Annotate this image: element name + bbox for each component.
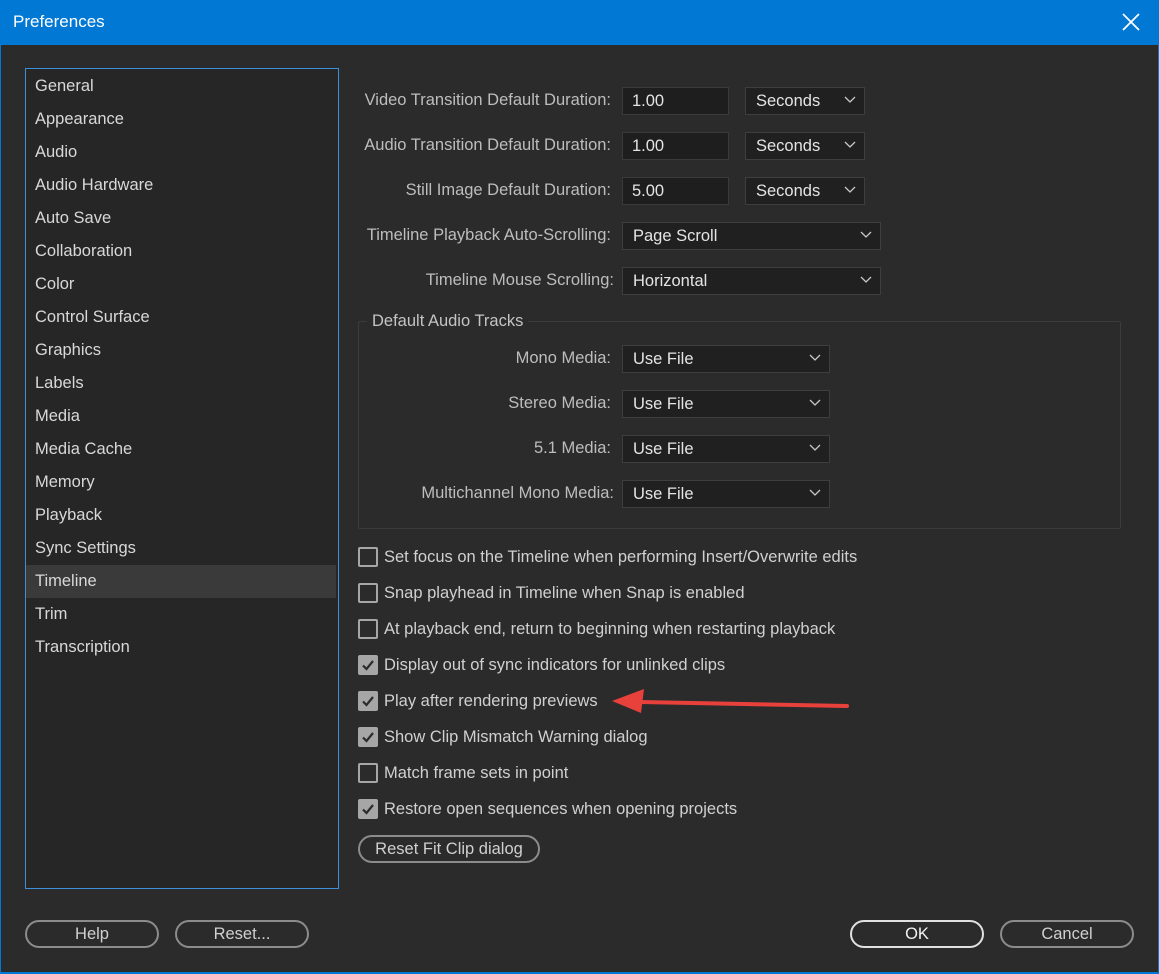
chevron-down-icon: [809, 399, 821, 406]
checkbox-unchecked[interactable]: [358, 763, 378, 783]
audio-transition-unit-value: Seconds: [756, 137, 821, 155]
checkbox-checked[interactable]: [358, 799, 378, 819]
window-title: Preferences: [13, 12, 105, 31]
chevron-down-icon: [844, 186, 856, 193]
checkmark-icon: [362, 732, 374, 743]
checkbox-unchecked[interactable]: [358, 583, 378, 603]
stereo-media-select[interactable]: Use File: [622, 390, 830, 418]
checkbox-label: Match frame sets in point: [384, 764, 569, 782]
chevron-down-icon: [860, 276, 872, 283]
checkmark-icon: [362, 696, 374, 707]
playback-auto-scrolling-label: Timeline Playback Auto-Scrolling:: [366, 226, 611, 244]
checkbox-checked[interactable]: [358, 727, 378, 747]
category-list[interactable]: General Appearance Audio Audio Hardware …: [25, 68, 339, 889]
checkbox-checked[interactable]: [358, 691, 378, 711]
chevron-down-icon: [844, 96, 856, 103]
mono-media-value: Use File: [633, 350, 694, 368]
sidebar-item-trim[interactable]: Trim: [26, 598, 336, 631]
stereo-media-label: Stereo Media:: [508, 394, 611, 412]
checkbox-label: Set focus on the Timeline when performin…: [384, 548, 858, 566]
checkbox-label: Show Clip Mismatch Warning dialog: [384, 728, 648, 746]
video-transition-unit-select[interactable]: Seconds: [745, 87, 865, 115]
sidebar-item-sync-settings[interactable]: Sync Settings: [26, 532, 336, 565]
close-icon[interactable]: [1119, 9, 1143, 35]
video-transition-unit-value: Seconds: [756, 92, 821, 110]
sidebar-item-audio[interactable]: Audio: [26, 136, 336, 169]
checkbox-label: Snap playhead in Timeline when Snap is e…: [384, 584, 745, 602]
annotation-arrow-icon: [612, 689, 849, 713]
still-image-unit-value: Seconds: [756, 182, 821, 200]
still-image-duration-field[interactable]: 5.00: [622, 177, 729, 205]
playback-auto-scrolling-select[interactable]: Page Scroll: [622, 222, 881, 250]
checkbox-label: Display out of sync indicators for unlin…: [384, 656, 726, 674]
sidebar-item-timeline[interactable]: Timeline: [26, 565, 336, 598]
playback-auto-scrolling-value: Page Scroll: [633, 227, 718, 245]
audio-transition-label: Audio Transition Default Duration:: [364, 136, 611, 154]
audio-transition-unit-select[interactable]: Seconds: [745, 132, 865, 160]
sidebar-item-labels[interactable]: Labels: [26, 367, 336, 400]
checkbox-checked[interactable]: [358, 655, 378, 675]
help-button[interactable]: Help: [25, 920, 159, 948]
mono-media-select[interactable]: Use File: [622, 345, 830, 373]
video-transition-duration-field[interactable]: 1.00: [622, 87, 729, 115]
still-image-unit-select[interactable]: Seconds: [745, 177, 865, 205]
checkmark-icon: [362, 804, 374, 815]
sidebar-item-collaboration[interactable]: Collaboration: [26, 235, 336, 268]
sidebar-item-media[interactable]: Media: [26, 400, 336, 433]
checkbox-label: Restore open sequences when opening proj…: [384, 800, 738, 818]
sidebar-item-control-surface[interactable]: Control Surface: [26, 301, 336, 334]
mouse-scrolling-label: Timeline Mouse Scrolling:: [425, 271, 614, 289]
chevron-down-icon: [809, 354, 821, 361]
sidebar-item-media-cache[interactable]: Media Cache: [26, 433, 336, 466]
checkbox-label: Play after rendering previews: [384, 692, 598, 710]
chevron-down-icon: [860, 231, 872, 238]
title-bar: Preferences: [0, 0, 1159, 45]
reset-button[interactable]: Reset...: [175, 920, 309, 948]
mouse-scrolling-value: Horizontal: [633, 272, 708, 290]
sidebar-item-playback[interactable]: Playback: [26, 499, 336, 532]
mono-media-label: Mono Media:: [515, 349, 611, 367]
five-one-media-select[interactable]: Use File: [622, 435, 830, 463]
checkbox-label: At playback end, return to beginning whe…: [384, 620, 836, 638]
chevron-down-icon: [844, 141, 856, 148]
mouse-scrolling-select[interactable]: Horizontal: [622, 267, 881, 295]
still-image-label: Still Image Default Duration:: [405, 181, 611, 199]
stereo-media-value: Use File: [633, 395, 694, 413]
checkbox-unchecked[interactable]: [358, 547, 378, 567]
multichannel-mono-media-value: Use File: [633, 485, 694, 503]
cancel-button[interactable]: Cancel: [1000, 920, 1134, 948]
five-one-media-label: 5.1 Media:: [533, 439, 611, 457]
sidebar-item-graphics[interactable]: Graphics: [26, 334, 336, 367]
chevron-down-icon: [809, 489, 821, 496]
checkbox-unchecked[interactable]: [358, 619, 378, 639]
sidebar-item-transcription[interactable]: Transcription: [26, 631, 336, 664]
multichannel-mono-media-select[interactable]: Use File: [622, 480, 830, 508]
default-audio-tracks-title: Default Audio Tracks: [367, 312, 529, 331]
chevron-down-icon: [809, 444, 821, 451]
multichannel-mono-media-label: Multichannel Mono Media:: [421, 484, 614, 502]
sidebar-item-color[interactable]: Color: [26, 268, 336, 301]
audio-transition-duration-field[interactable]: 1.00: [622, 132, 729, 160]
video-transition-label: Video Transition Default Duration:: [364, 91, 611, 109]
checkmark-icon: [362, 660, 374, 671]
ok-button[interactable]: OK: [850, 920, 984, 948]
sidebar-item-audio-hardware[interactable]: Audio Hardware: [26, 169, 336, 202]
reset-fit-clip-dialog-button[interactable]: Reset Fit Clip dialog: [358, 835, 540, 863]
sidebar-item-auto-save[interactable]: Auto Save: [26, 202, 336, 235]
sidebar-item-appearance[interactable]: Appearance: [26, 103, 336, 136]
five-one-media-value: Use File: [633, 440, 694, 458]
sidebar-item-general[interactable]: General: [26, 70, 336, 103]
sidebar-item-memory[interactable]: Memory: [26, 466, 336, 499]
